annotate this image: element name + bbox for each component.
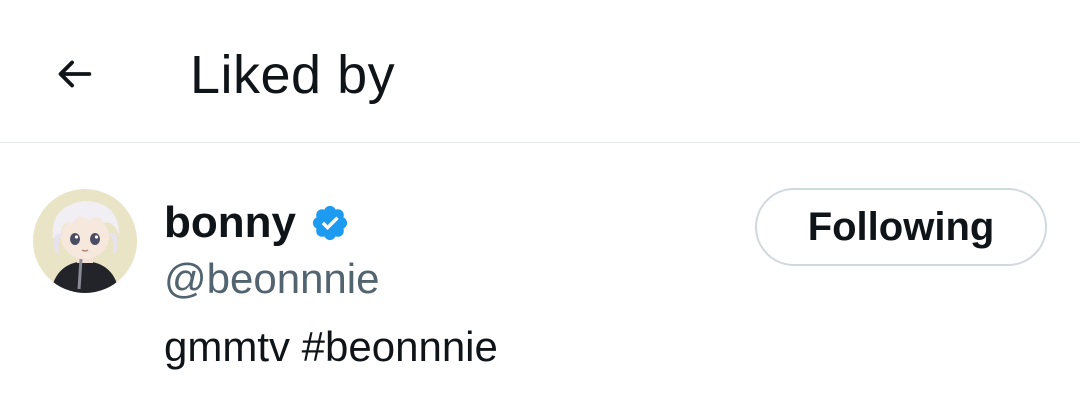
display-name[interactable]: bonny [164, 195, 296, 251]
arrow-left-icon [58, 60, 92, 88]
back-button[interactable] [44, 44, 104, 104]
avatar-image [33, 189, 137, 293]
display-name-row: bonny [164, 195, 350, 251]
user-bio: gmmtv #beonnnie [164, 323, 498, 370]
top-bar: Liked by [0, 0, 1080, 143]
avatar[interactable] [33, 189, 137, 293]
verified-badge-icon [310, 203, 350, 243]
page-title: Liked by [190, 45, 396, 105]
following-button[interactable]: Following [755, 188, 1047, 266]
user-cell[interactable]: bonny @beonnnie gmmtv #beonnnie Followin… [0, 145, 1080, 417]
user-handle[interactable]: @beonnnie [164, 253, 379, 305]
